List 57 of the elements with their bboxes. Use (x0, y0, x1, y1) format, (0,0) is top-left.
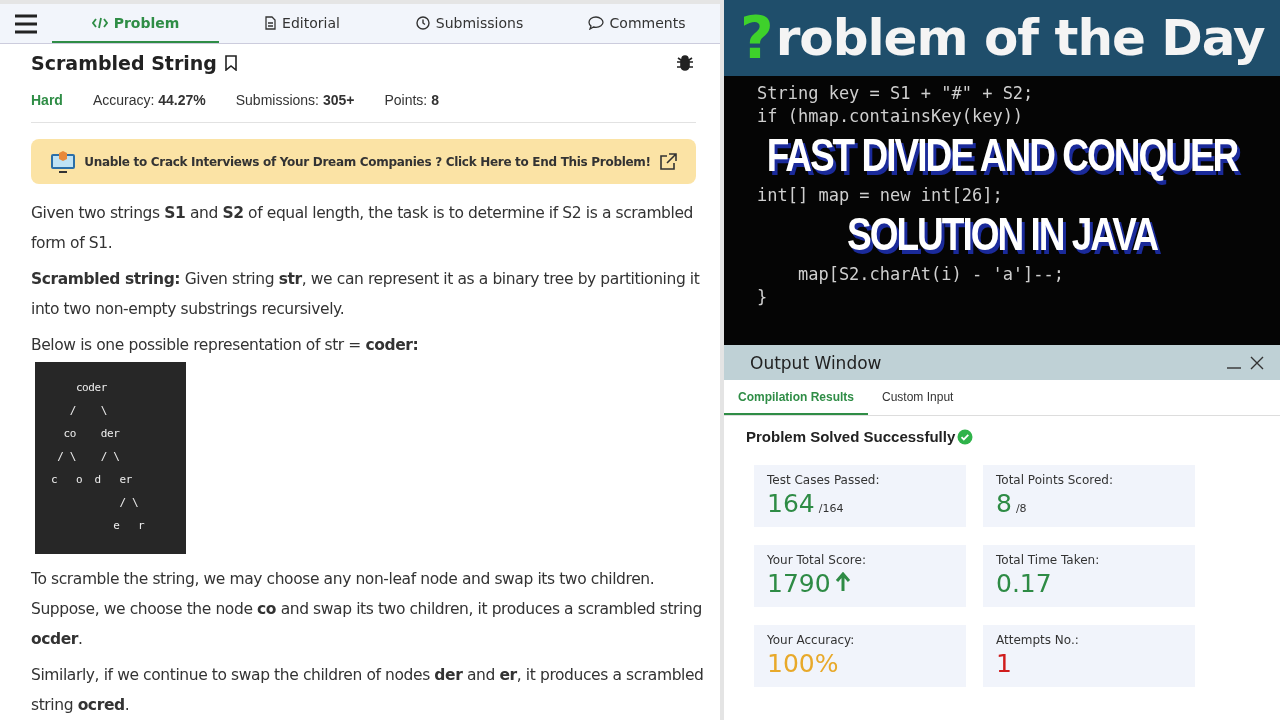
bug-icon[interactable] (676, 54, 694, 72)
paragraph: Given two strings S1 and S2 of equal length, the task is to determine if S2 is a scrambled form of S1. (31, 203, 694, 254)
clock-icon (415, 15, 430, 30)
nav-tab[interactable]: Comments (553, 4, 720, 43)
card-total: /164 (818, 502, 844, 515)
card-label: Test Cases Passed: (767, 473, 881, 487)
paragraph: Similarly, if we continue to swap the children of nodes der and er, it produces a scrambled string ocred. (31, 665, 705, 716)
tree-diagram: coder / \ co der / \ / \ c o d er / \ e r (35, 362, 186, 554)
banner-title: roblem of the Day (775, 13, 1265, 63)
promo-banner[interactable]: Unable to Crack Interviews of Your Dream Companies ? Click Here to End This Problem! (31, 139, 696, 184)
output-tab[interactable]: Compilation Results (724, 380, 868, 415)
headline-text: FAST DIVIDE AND CONQUER (766, 131, 1238, 181)
stat-text: Points: 8 (384, 92, 439, 108)
check-circle-icon (957, 428, 974, 445)
card-label: Attempts No.: (996, 633, 1080, 647)
stat-text: Accuracy: 44.27% (92, 92, 206, 108)
problem-title: Scrambled String (31, 52, 217, 74)
code-icon (91, 16, 108, 29)
card-value: 164 (767, 489, 815, 519)
paragraph: Scrambled string: Given string str, we can represent it as a binary tree by partitioning it into two non-empty substrings recursively. (31, 269, 701, 320)
stat-text: Submissions: 305+ (235, 92, 355, 108)
headline-text: SOLUTION IN JAVA (847, 210, 1157, 260)
code-line: String key = S1 + "#" + S2; (757, 82, 1035, 105)
code-line: } (757, 286, 769, 309)
menu-icon[interactable] (14, 13, 38, 34)
paragraph: Below is one possible representation of str = coder: (31, 335, 420, 356)
code-line: if (hmap.containsKey(key)) (757, 105, 1025, 128)
promo-text[interactable]: Unable to Crack Interviews of Your Dream Companies ? Click Here to End This Problem! (84, 154, 651, 169)
document-icon (265, 15, 277, 30)
paragraph: Suppose, we choose the node co and swap its two children, it produces a scrambled string ocder. (31, 599, 703, 650)
up-arrow-icon (834, 572, 851, 592)
card-label: Total Points Scored: (996, 473, 1114, 487)
card-value: 100% (767, 649, 839, 679)
nav-tab[interactable]: Problem (52, 4, 219, 43)
card-label: Total Time Taken: (996, 553, 1101, 567)
computer-box-icon (50, 149, 77, 174)
nav-tab[interactable]: Editorial (219, 4, 386, 43)
output-tab[interactable]: Custom Input (868, 380, 968, 415)
difficulty-label: Hard (31, 92, 63, 108)
window-title: Output Window (750, 352, 883, 373)
card-total: /8 (1015, 502, 1027, 515)
card-label: Your Accuracy: (767, 633, 856, 647)
nav-tab[interactable]: Submissions (386, 4, 553, 43)
bookmark-icon[interactable] (224, 55, 237, 71)
card-value: 1790 (767, 569, 831, 599)
card-value: 0.17 (996, 569, 1052, 599)
close-icon[interactable] (1250, 355, 1264, 370)
external-link-icon (658, 152, 677, 171)
logo-mark: ? (740, 9, 774, 67)
code-line: map[S2.charAt(i) - 'a']--; (796, 263, 1066, 286)
code-line: int[] map = new int[26]; (757, 184, 1004, 207)
paragraph: To scramble the string, we may choose any non-leaf node and swap its two children. (31, 569, 656, 590)
speech-bubble-icon (587, 15, 604, 30)
card-label: Your Total Score: (767, 553, 867, 567)
status-text: Problem Solved Successfully (746, 428, 956, 445)
card-value: 1 (996, 649, 1012, 679)
card-value: 8 (996, 489, 1012, 519)
